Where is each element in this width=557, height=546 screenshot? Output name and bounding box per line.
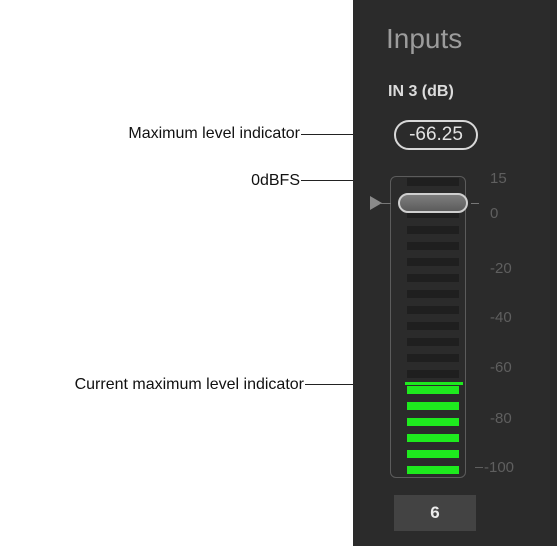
channel-label: IN 3 (dB): [388, 83, 454, 100]
channel-number[interactable]: 6: [394, 495, 476, 531]
meter-segment-lit: [407, 466, 459, 474]
fader-guide-line: [471, 203, 479, 204]
scale-tick-label: -20: [490, 260, 512, 277]
scale-tick-mark: [475, 467, 483, 468]
scale-tick-label: -80: [490, 410, 512, 427]
meter-segment-lit: [407, 450, 459, 458]
meter-segment-unlit: [407, 354, 459, 362]
meter-segment-lit: [407, 402, 459, 410]
meter-segment-unlit: [407, 306, 459, 314]
fader-guide-line: [381, 203, 391, 204]
scale-tick-label: 0: [490, 205, 499, 222]
current-maximum-level-indicator: [405, 382, 463, 385]
scale-tick-label: -60: [490, 359, 512, 376]
meter-segment-unlit: [407, 322, 459, 330]
meter-segment-unlit: [407, 178, 459, 186]
scale-tick-label: -40: [490, 309, 512, 326]
fader-handle[interactable]: [398, 193, 468, 213]
meter-segment-unlit: [407, 242, 459, 250]
meter-segment-unlit: [407, 258, 459, 266]
maximum-level-indicator-annotation: Maximum level indicator: [128, 125, 300, 142]
meter-segment-unlit: [407, 290, 459, 298]
zero-dbfs-annotation: 0dBFS: [251, 172, 300, 189]
current-maximum-level-annotation: Current maximum level indicator: [74, 376, 304, 393]
panel-title: Inputs: [386, 23, 463, 54]
meter-segment-unlit: [407, 274, 459, 282]
scale-tick-label: 15: [490, 170, 507, 187]
meter-segment-lit: [407, 386, 459, 394]
meter-segment-unlit: [407, 370, 459, 378]
meter-segment-unlit: [407, 338, 459, 346]
meter-segment-lit: [407, 434, 459, 442]
meter-segment-unlit: [407, 226, 459, 234]
meter-segment-lit: [407, 418, 459, 426]
input-channel-strip: Inputs IN 3 (dB) -66.25 15 0 -20 -40 -60…: [353, 0, 557, 546]
scale-tick-label: -100: [484, 459, 515, 476]
fader-arrow-icon: [370, 196, 382, 210]
maximum-level-indicator[interactable]: -66.25: [394, 120, 478, 150]
